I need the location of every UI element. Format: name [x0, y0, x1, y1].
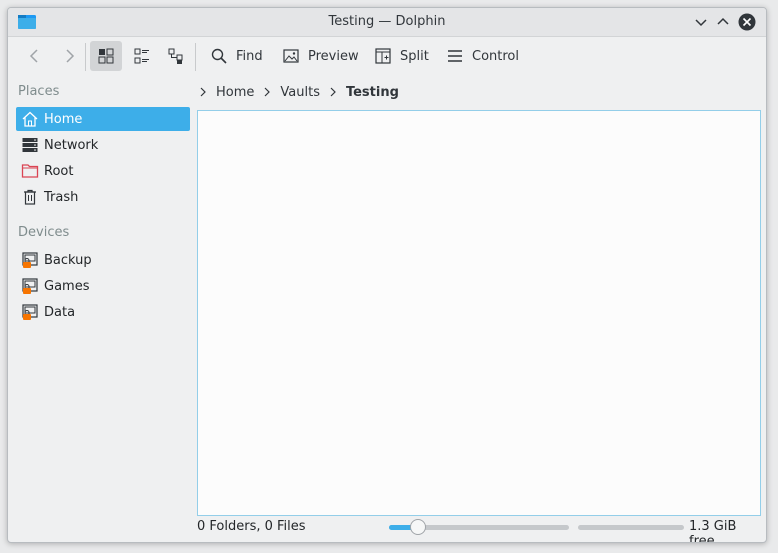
preview-button[interactable]: Preview [276, 41, 365, 71]
breadcrumb-testing[interactable]: Testing [346, 85, 399, 100]
chevron-down-icon [695, 19, 707, 27]
place-label: Network [44, 137, 99, 153]
places-section-title: Places [18, 84, 60, 99]
compact-view-icon [134, 48, 149, 64]
back-button[interactable] [20, 41, 50, 71]
toolbar-separator [195, 43, 196, 71]
split-view-icon [375, 48, 391, 64]
toolbar-separator [85, 43, 86, 71]
place-label: Trash [44, 189, 79, 205]
status-bar: 0 Folders, 0 Files 1.3 GiB free [197, 516, 763, 542]
details-view-button[interactable] [160, 41, 192, 71]
icons-view-button[interactable] [90, 41, 122, 71]
zoom-slider-handle[interactable] [409, 519, 426, 535]
dolphin-window: Testing — Dolphin Find Preview Split Con… [7, 7, 767, 543]
chevron-right-icon[interactable] [262, 86, 272, 98]
free-space-label: 1.3 GiB free [689, 519, 737, 543]
free-space-bar-fill [578, 525, 684, 530]
device-label: Data [44, 304, 76, 320]
device-label: Backup [44, 252, 92, 268]
close-icon [738, 13, 756, 31]
file-view-area[interactable] [197, 110, 761, 516]
breadcrumb: Home Vaults Testing [198, 80, 399, 104]
device-item-games[interactable]: Games [16, 274, 190, 298]
chevron-up-icon [717, 17, 729, 25]
hamburger-menu-icon [448, 50, 462, 62]
device-item-data[interactable]: Data [16, 300, 190, 324]
maximize-button[interactable] [714, 13, 732, 31]
place-label: Home [44, 111, 83, 127]
devices-section-title: Devices [18, 225, 70, 240]
arrow-left-icon [29, 49, 38, 63]
image-preview-icon [283, 49, 299, 63]
window-title: Testing — Dolphin [328, 14, 446, 29]
compact-view-button[interactable] [126, 41, 158, 71]
chevron-right-icon[interactable] [328, 86, 338, 98]
place-item-home[interactable]: Home [16, 107, 190, 131]
title-bar[interactable]: Testing — Dolphin [8, 8, 766, 37]
control-menu-button[interactable]: Control [440, 41, 525, 71]
close-button[interactable] [738, 13, 756, 31]
chevron-right-icon[interactable] [198, 86, 208, 98]
place-item-trash[interactable]: Trash [16, 185, 190, 209]
split-label: Split [400, 48, 429, 64]
forward-button[interactable] [54, 41, 84, 71]
find-button[interactable]: Find [204, 41, 269, 71]
network-icon [21, 136, 39, 154]
control-label: Control [472, 48, 519, 64]
search-icon [211, 48, 227, 64]
encrypted-drive-icon [21, 303, 39, 321]
main-toolbar: Find Preview Split Control [8, 37, 766, 77]
place-label: Root [44, 163, 74, 179]
places-panel: Places Home Network Root Trash Devices B… [16, 78, 192, 518]
breadcrumb-home[interactable]: Home [216, 85, 254, 100]
breadcrumb-vaults[interactable]: Vaults [280, 85, 320, 100]
details-view-icon [168, 48, 183, 64]
split-button[interactable]: Split [368, 41, 435, 71]
preview-label: Preview [308, 48, 359, 64]
find-label: Find [236, 48, 263, 64]
arrow-right-icon [66, 49, 75, 63]
status-summary: 0 Folders, 0 Files [197, 519, 306, 534]
folder-red-icon [21, 162, 39, 180]
device-item-backup[interactable]: Backup [16, 248, 190, 272]
encrypted-drive-icon [21, 277, 39, 295]
icons-view-icon [98, 48, 114, 64]
home-icon [21, 110, 39, 128]
place-item-network[interactable]: Network [16, 133, 190, 157]
trash-icon [21, 188, 39, 206]
encrypted-drive-icon [21, 251, 39, 269]
place-item-root[interactable]: Root [16, 159, 190, 183]
device-label: Games [44, 278, 90, 294]
minimize-button[interactable] [692, 13, 710, 31]
free-space-bar [578, 525, 684, 530]
